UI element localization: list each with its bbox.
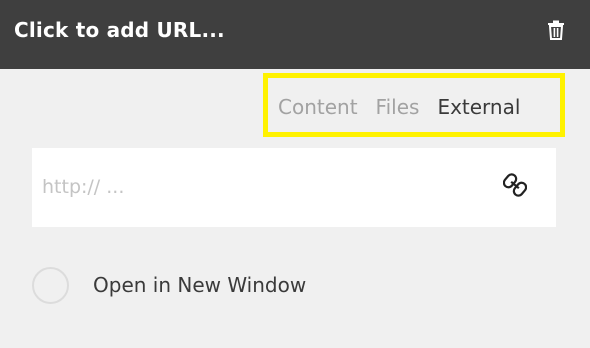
- link-icon: [502, 172, 528, 202]
- header-bar: Click to add URL...: [0, 0, 590, 69]
- tab-content[interactable]: Content: [278, 92, 358, 122]
- url-field-container: [32, 148, 556, 227]
- url-input[interactable]: [42, 170, 482, 204]
- open-new-window-checkbox[interactable]: [32, 266, 69, 304]
- tab-files[interactable]: Files: [376, 92, 420, 122]
- tab-external[interactable]: External: [437, 92, 520, 122]
- link-type-tabs: Content Files External: [278, 92, 520, 122]
- open-new-window-label: Open in New Window: [93, 273, 307, 297]
- link-button[interactable]: [501, 173, 529, 201]
- link-title[interactable]: Click to add URL...: [14, 16, 225, 44]
- open-new-window-option[interactable]: Open in New Window: [32, 265, 306, 305]
- trash-icon: [547, 20, 565, 44]
- delete-button[interactable]: [544, 20, 568, 44]
